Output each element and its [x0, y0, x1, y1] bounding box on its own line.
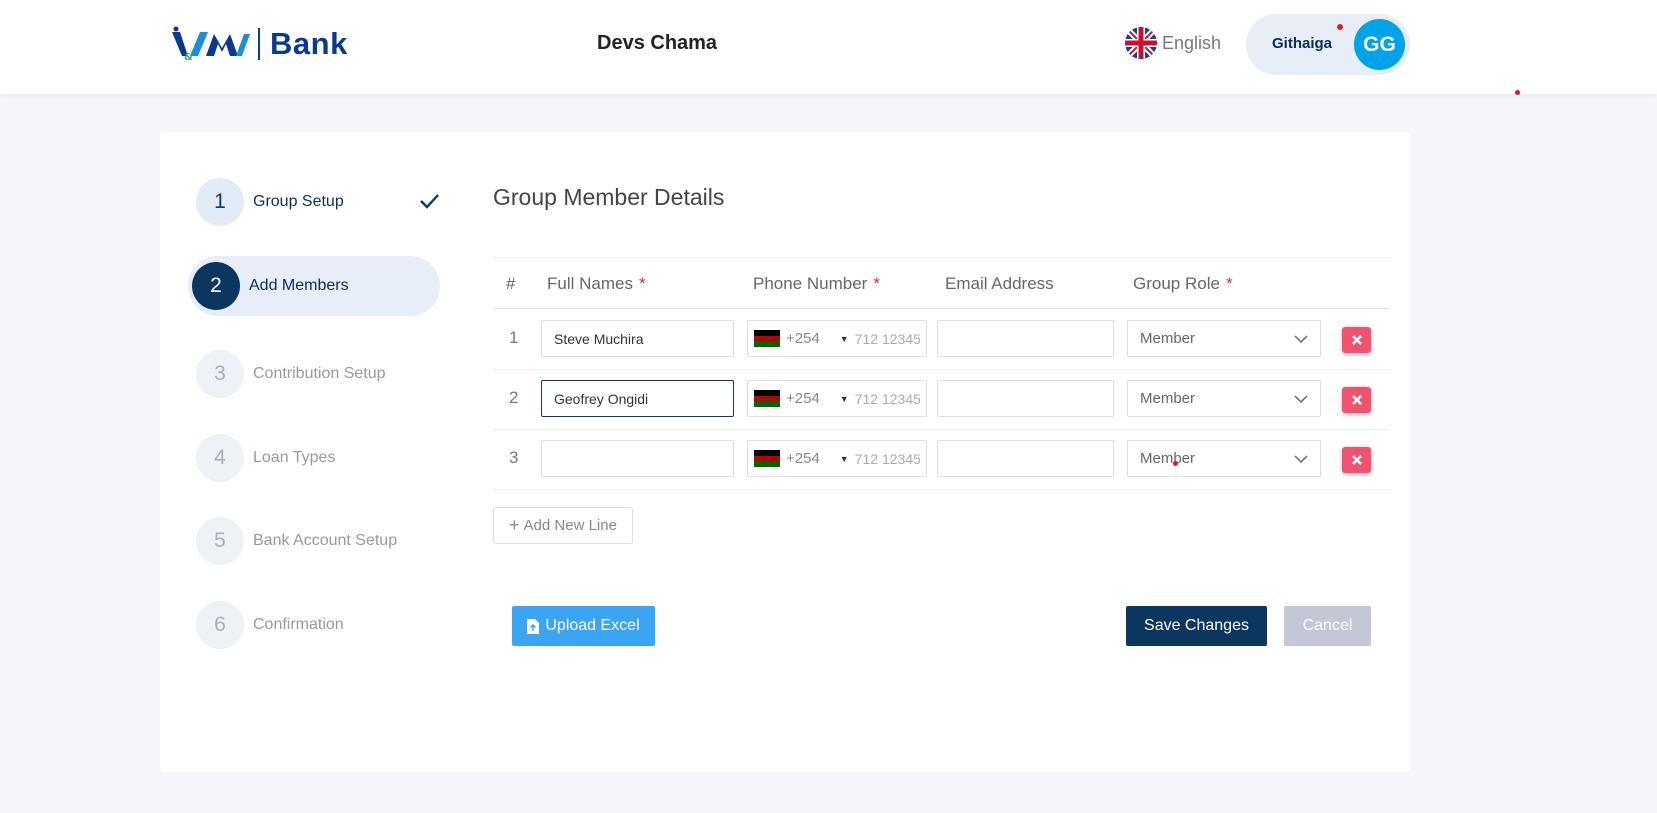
caret-down-icon[interactable]: ▼ [840, 394, 849, 404]
email-input[interactable] [937, 320, 1114, 357]
kenya-flag-icon [754, 330, 780, 347]
language-label: English [1162, 32, 1222, 53]
required-mark: * [1225, 274, 1233, 293]
email-input[interactable] [937, 380, 1114, 417]
bank-logo[interactable]: & Bank [170, 26, 348, 62]
step-confirmation[interactable]: 6 Confirmation [190, 595, 440, 655]
kenya-flag-icon [754, 450, 780, 467]
step-label: Loan Types [253, 449, 336, 466]
phone-input[interactable]: +254 ▼ 712 123456 [747, 440, 927, 477]
upload-label: Upload Excel [545, 617, 640, 634]
step-label: Group Setup [253, 193, 344, 210]
step-label: Bank Account Setup [253, 532, 398, 549]
step-label: Confirmation [253, 616, 344, 633]
delete-row-button[interactable] [1342, 327, 1371, 353]
language-selector[interactable]: English [1124, 26, 1221, 60]
step-number: 1 [196, 178, 244, 226]
step-number: 6 [196, 601, 244, 649]
logo-separator [258, 28, 260, 60]
caret-down-icon[interactable]: ▼ [840, 454, 849, 464]
country-code: +254 [786, 390, 820, 407]
top-bar: & Bank Devs Chama English Githaiga GG [0, 0, 1657, 94]
required-mark: * [638, 274, 646, 293]
decorative-dot [1515, 90, 1520, 95]
add-line-label: Add New Line [523, 517, 617, 534]
column-label: Group Role [1133, 274, 1220, 293]
country-code: +254 [786, 450, 820, 467]
table-row: 2 Geofrey Ongidi +254 ▼ 712 123456 Membe… [493, 370, 1390, 430]
phone-placeholder: 712 123456 [854, 450, 920, 467]
chevron-down-icon [1294, 454, 1308, 463]
uk-flag-icon [1125, 27, 1157, 59]
wizard-card: 1 Group Setup 2 Add Members 3 Contributi… [160, 132, 1410, 772]
caret-down-icon[interactable]: ▼ [840, 334, 849, 344]
step-number: 2 [192, 262, 240, 310]
step-number: 3 [196, 350, 244, 398]
cancel-button[interactable]: Cancel [1284, 606, 1371, 646]
column-label: Full Names [547, 274, 633, 293]
step-number: 5 [196, 517, 244, 565]
group-name: Devs Chama [597, 32, 718, 54]
phone-placeholder: 712 123456 [854, 390, 920, 407]
close-icon [1351, 455, 1362, 465]
phone-placeholder: 712 123456 [854, 330, 920, 347]
role-value: Member [1140, 390, 1196, 407]
svg-text:&: & [184, 52, 193, 62]
group-role-select[interactable]: Member [1127, 380, 1321, 417]
group-role-select[interactable]: Member [1127, 440, 1321, 477]
delete-row-button[interactable] [1342, 387, 1371, 413]
full-name-input[interactable] [541, 440, 734, 477]
required-mark: * [873, 274, 880, 293]
column-label: Phone Number [753, 274, 868, 293]
chevron-down-icon [1294, 334, 1308, 343]
role-value: Member [1140, 450, 1196, 467]
table-row: 1 Steve Muchira +254 ▼ 712 123456 Member [493, 310, 1390, 370]
close-icon [1351, 335, 1362, 345]
column-index: # [506, 274, 516, 293]
role-value: Member [1140, 330, 1196, 347]
step-bank-account-setup[interactable]: 5 Bank Account Setup [190, 511, 440, 571]
delete-row-button[interactable] [1342, 447, 1371, 473]
page-title: Group Member Details [493, 184, 725, 210]
email-input[interactable] [937, 440, 1114, 477]
table-row: 3 +254 ▼ 712 123456 Member [493, 430, 1390, 490]
plus-icon: + [509, 515, 520, 535]
step-group-setup[interactable]: 1 Group Setup [190, 172, 440, 232]
user-name: Githaiga [1272, 35, 1333, 52]
logo-text: Bank [270, 26, 348, 61]
full-name-input[interactable]: Steve Muchira [541, 320, 734, 357]
step-label: Add Members [249, 277, 349, 294]
column-role: Group Role * [1133, 274, 1233, 294]
logo-mark-icon: & [172, 26, 250, 62]
step-loan-types[interactable]: 4 Loan Types [190, 428, 440, 488]
column-phone: Phone Number * [753, 274, 880, 294]
phone-input[interactable]: +254 ▼ 712 123456 [747, 380, 927, 417]
row-index: 3 [509, 448, 519, 467]
full-name-input[interactable]: Geofrey Ongidi [541, 380, 734, 417]
notification-dot [1337, 24, 1343, 30]
column-full-names: Full Names * [547, 274, 646, 294]
decorative-dot [1173, 461, 1178, 466]
add-new-line-button[interactable]: + Add New Line [493, 507, 633, 544]
check-icon [420, 194, 439, 209]
phone-input[interactable]: +254 ▼ 712 123456 [747, 320, 927, 357]
file-upload-icon [527, 618, 540, 634]
step-number: 4 [196, 434, 244, 482]
step-add-members[interactable]: 2 Add Members [188, 256, 440, 316]
column-email: Email Address [945, 274, 1054, 293]
group-role-select[interactable]: Member [1127, 320, 1321, 357]
row-index: 2 [509, 388, 519, 407]
row-index: 1 [509, 328, 519, 347]
step-label: Contribution Setup [253, 365, 386, 382]
upload-excel-button[interactable]: Upload Excel [512, 606, 655, 646]
step-contribution-setup[interactable]: 3 Contribution Setup [190, 344, 440, 404]
table-header: # Full Names * Phone Number * Email Addres… [493, 257, 1390, 309]
save-changes-button[interactable]: Save Changes [1126, 606, 1267, 646]
avatar[interactable]: GG [1354, 19, 1405, 70]
chevron-down-icon [1294, 394, 1308, 403]
close-icon [1351, 395, 1362, 405]
country-code: +254 [786, 330, 820, 347]
user-menu[interactable]: Githaiga GG [1246, 14, 1410, 75]
kenya-flag-icon [754, 390, 780, 407]
